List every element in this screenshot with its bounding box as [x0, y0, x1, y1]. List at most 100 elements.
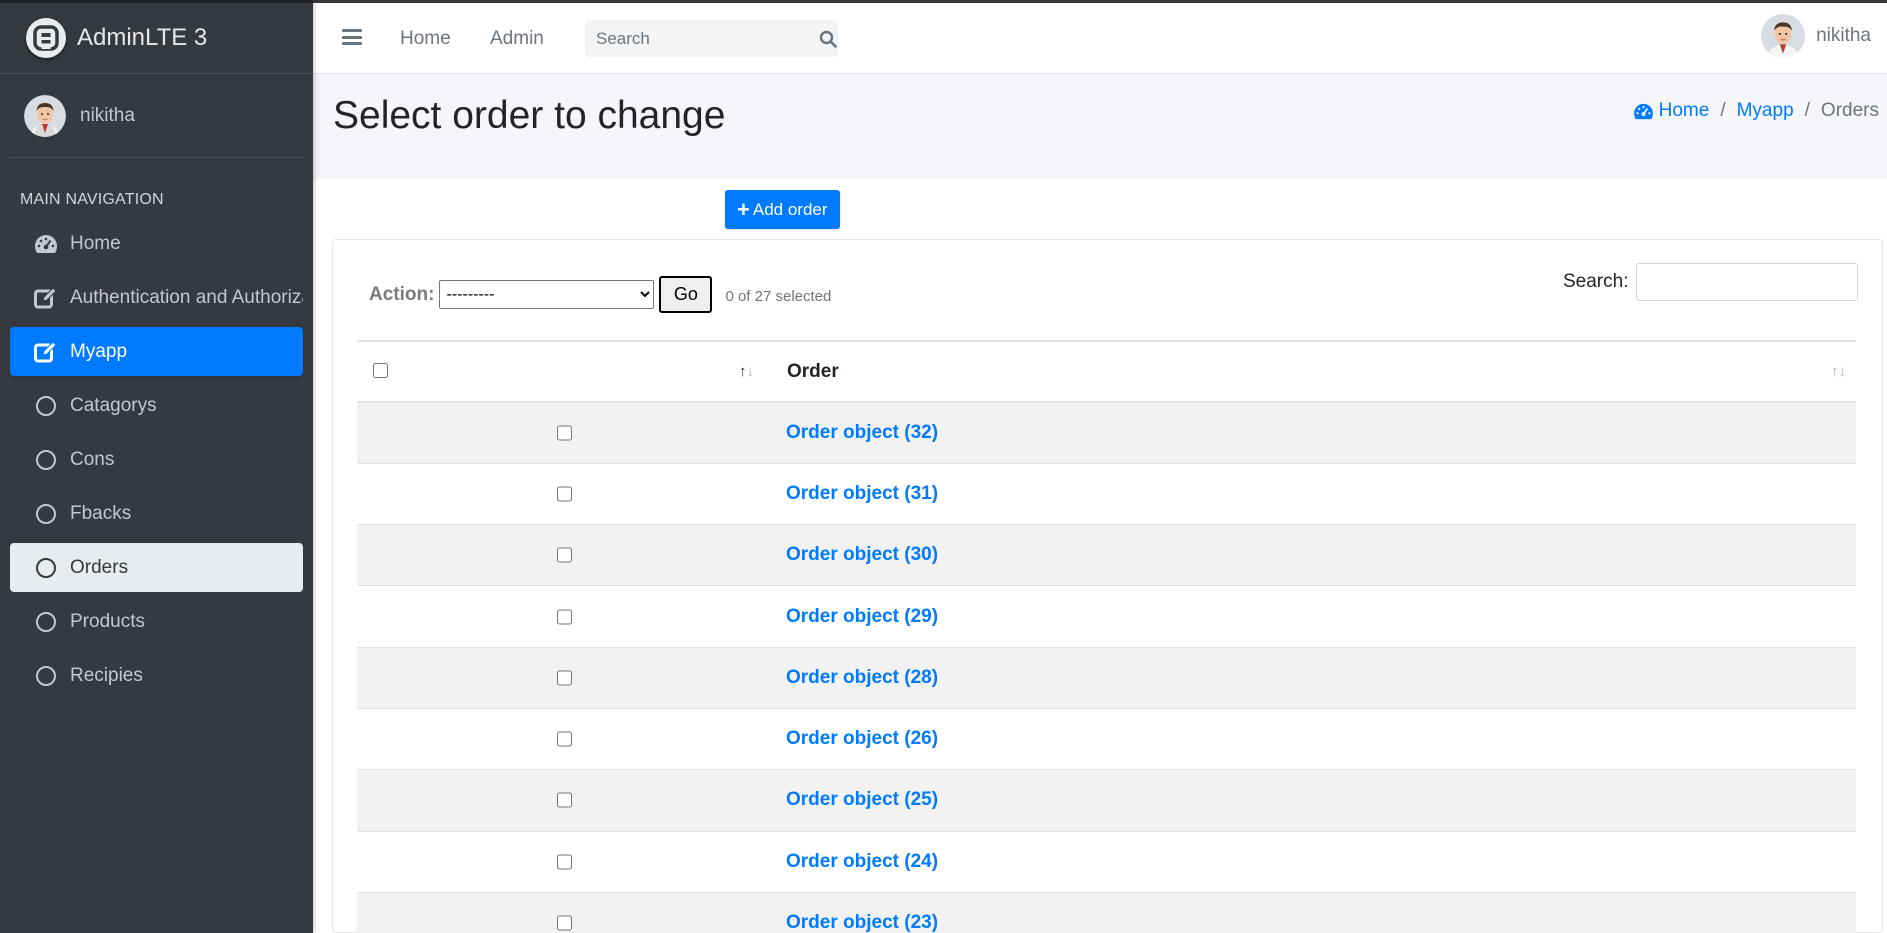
table-header-row: ↑ ↓ Order ↑ ↓: [357, 341, 1856, 402]
brand-link[interactable]: AdminLTE 3: [0, 0, 313, 74]
sidebar-item-label: Catagorys: [70, 394, 157, 416]
sidebar-item-myapp[interactable]: Myapp: [10, 327, 303, 376]
row-checkbox[interactable]: [557, 425, 572, 441]
order-link[interactable]: Order object (31): [786, 483, 938, 504]
row-checkbox[interactable]: [557, 547, 572, 563]
order-link[interactable]: Order object (24): [786, 851, 938, 872]
table-row: Order object (28): [357, 647, 1856, 709]
user-panel-name[interactable]: nikitha: [80, 105, 135, 127]
sidebar-item-label: Fbacks: [70, 502, 132, 524]
sidebar-item-fbacks[interactable]: Fbacks: [10, 489, 303, 538]
row-checkbox[interactable]: [557, 486, 572, 502]
breadcrumb-home-link[interactable]: Home: [1633, 100, 1710, 122]
actions-bar: Action: --------- Go 0 of 27 selected: [369, 276, 831, 313]
table-search-input[interactable]: [1636, 263, 1859, 301]
sidebar-item-label: Authentication and Authorization: [70, 286, 303, 308]
circle-icon: [34, 448, 58, 472]
order-link[interactable]: Order object (29): [786, 606, 938, 627]
circle-icon: [34, 664, 58, 688]
search-icon[interactable]: [817, 20, 838, 57]
row-checkbox[interactable]: [557, 792, 572, 808]
order-column-header[interactable]: Order ↑ ↓: [786, 341, 1856, 402]
order-column-label: Order: [787, 360, 839, 382]
dashboard-icon: [34, 232, 58, 256]
sort-icon[interactable]: ↑ ↓: [739, 363, 754, 380]
sort-icon[interactable]: ↑ ↓: [1831, 363, 1846, 380]
action-label: Action:: [369, 283, 435, 305]
top-nav-admin-link[interactable]: Admin: [490, 28, 544, 50]
sidebar-item-label: Cons: [70, 448, 115, 470]
top-navbar: Home Admin nikitha: [313, 0, 1887, 74]
circle-icon: [34, 394, 58, 418]
table-row: Order object (32): [357, 402, 1856, 464]
sidebar-item-authentication[interactable]: Authentication and Authorization: [10, 273, 303, 322]
table-row: Order object (23): [357, 892, 1856, 933]
order-link[interactable]: Order object (26): [786, 728, 938, 749]
top-search: [585, 20, 838, 57]
user-panel[interactable]: nikitha: [10, 74, 303, 158]
row-select-cell: [357, 770, 786, 831]
row-checkbox[interactable]: [557, 854, 572, 870]
table-search-label: Search:: [1563, 271, 1629, 292]
sidebar-item-label: Products: [70, 610, 145, 632]
order-cell: Order object (30): [786, 525, 1856, 586]
sidebar-nav: Home Authentication and Authorization My…: [0, 219, 313, 700]
row-select-cell: [357, 525, 786, 586]
order-link[interactable]: Order object (32): [786, 422, 938, 443]
row-select-cell: [357, 831, 786, 892]
order-cell: Order object (24): [786, 831, 1856, 892]
circle-icon: [34, 556, 58, 580]
sidebar-item-orders[interactable]: Orders: [10, 543, 303, 592]
table-row: Order object (26): [357, 708, 1856, 770]
breadcrumb-label: Home: [1658, 100, 1710, 121]
order-cell: Order object (26): [786, 708, 1856, 769]
order-link[interactable]: Order object (30): [786, 544, 938, 565]
edit-icon: [34, 340, 58, 364]
table-row: Order object (25): [357, 769, 1856, 832]
go-button[interactable]: Go: [659, 276, 713, 313]
nav-header: MAIN NAVIGATION: [20, 191, 164, 208]
sidebar-item-cons[interactable]: Cons: [10, 435, 303, 484]
order-cell: Order object (25): [786, 770, 1856, 831]
circle-icon: [34, 502, 58, 526]
menu-toggle-icon[interactable]: [342, 29, 362, 45]
add-order-label: Add order: [752, 199, 828, 219]
order-link[interactable]: Order object (28): [786, 667, 938, 688]
row-select-cell: [357, 586, 786, 647]
edit-icon: [34, 286, 58, 310]
top-search-input[interactable]: [585, 20, 817, 57]
top-user-name: nikitha: [1816, 25, 1871, 46]
order-cell: Order object (29): [786, 586, 1856, 647]
table-row: Order object (30): [357, 524, 1856, 586]
top-nav-home-link[interactable]: Home: [400, 28, 451, 50]
add-order-button[interactable]: + Add order: [725, 190, 840, 229]
row-checkbox[interactable]: [557, 915, 572, 931]
brand-name: AdminLTE 3: [77, 24, 208, 51]
order-link[interactable]: Order object (23): [786, 912, 938, 933]
table-row: Order object (31): [357, 463, 1856, 525]
select-all-checkbox[interactable]: [373, 363, 388, 378]
breadcrumb-myapp-link[interactable]: Myapp: [1737, 100, 1794, 122]
page-title: Select order to change: [333, 94, 726, 137]
row-checkbox[interactable]: [557, 731, 572, 747]
row-checkbox[interactable]: [557, 670, 572, 686]
selection-count: 0 of 27 selected: [725, 288, 832, 305]
dashboard-icon: [1633, 103, 1654, 120]
order-cell: Order object (31): [786, 463, 1856, 524]
order-link[interactable]: Order object (25): [786, 789, 938, 810]
action-select[interactable]: ---------: [439, 280, 655, 309]
row-checkbox[interactable]: [557, 609, 572, 625]
sidebar-item-catagorys[interactable]: Catagorys: [10, 381, 303, 430]
circle-icon: [34, 610, 58, 634]
row-select-cell: [357, 463, 786, 524]
avatar: [1761, 14, 1806, 58]
sidebar-item-label: Orders: [70, 556, 129, 578]
row-select-cell: [357, 708, 786, 769]
brand-logo-icon: [26, 18, 66, 58]
sidebar-item-recipies[interactable]: Recipies: [10, 651, 303, 700]
top-user-menu[interactable]: nikitha: [1761, 14, 1871, 58]
sidebar-item-products[interactable]: Products: [10, 597, 303, 646]
row-select-cell: [357, 892, 786, 933]
sidebar-item-home[interactable]: Home: [10, 219, 303, 268]
order-cell: Order object (23): [786, 892, 1856, 933]
